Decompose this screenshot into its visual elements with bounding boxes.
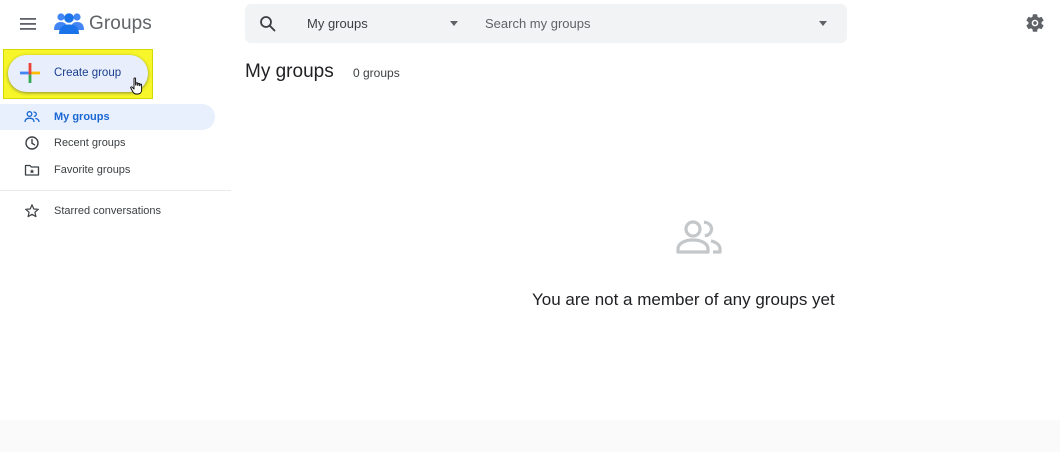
sidebar-item-label: Recent groups bbox=[54, 137, 126, 149]
sidebar-divider bbox=[0, 190, 231, 191]
chevron-down-icon bbox=[450, 21, 458, 26]
page-title: My groups bbox=[245, 61, 334, 82]
main-menu-button[interactable] bbox=[14, 10, 42, 38]
empty-state-message: You are not a member of any groups yet bbox=[532, 290, 835, 309]
sidebar-item-label: Starred conversations bbox=[54, 205, 161, 217]
people-outline-icon bbox=[676, 220, 722, 254]
search-icon[interactable] bbox=[259, 15, 277, 33]
sidebar-item-starred-conversations[interactable]: Starred conversations bbox=[0, 198, 215, 224]
hamburger-menu-icon bbox=[20, 18, 36, 30]
sidebar-item-label: My groups bbox=[54, 111, 110, 123]
plus-icon bbox=[20, 63, 40, 83]
groups-app: Groups My groups Create group bbox=[0, 0, 1060, 452]
people-outline-icon bbox=[24, 111, 40, 123]
bottom-area bbox=[0, 420, 1060, 452]
top-app-bar: Groups My groups bbox=[0, 0, 1060, 48]
search-scope-value: My groups bbox=[307, 16, 368, 31]
sidebar-item-label: Favorite groups bbox=[54, 164, 131, 176]
clock-icon bbox=[25, 136, 39, 150]
groups-people-icon bbox=[54, 13, 84, 34]
app-title: Groups bbox=[89, 13, 152, 34]
create-group-button[interactable]: Create group bbox=[8, 55, 148, 92]
group-count: 0 groups bbox=[353, 66, 400, 80]
gear-icon[interactable] bbox=[1024, 12, 1046, 34]
search-bar: My groups bbox=[245, 4, 847, 43]
folder-star-icon bbox=[24, 164, 40, 176]
hand-cursor-icon bbox=[130, 77, 143, 95]
create-group-label: Create group bbox=[54, 67, 122, 79]
search-scope-dropdown[interactable]: My groups bbox=[295, 4, 475, 43]
search-input[interactable] bbox=[485, 12, 795, 35]
sidebar-item-recent-groups[interactable]: Recent groups bbox=[0, 130, 215, 156]
star-outline-icon bbox=[25, 204, 39, 218]
sidebar-item-my-groups[interactable]: My groups bbox=[0, 104, 215, 130]
search-options-dropdown-icon[interactable] bbox=[819, 21, 827, 26]
sidebar-item-favorite-groups[interactable]: Favorite groups bbox=[0, 157, 215, 183]
